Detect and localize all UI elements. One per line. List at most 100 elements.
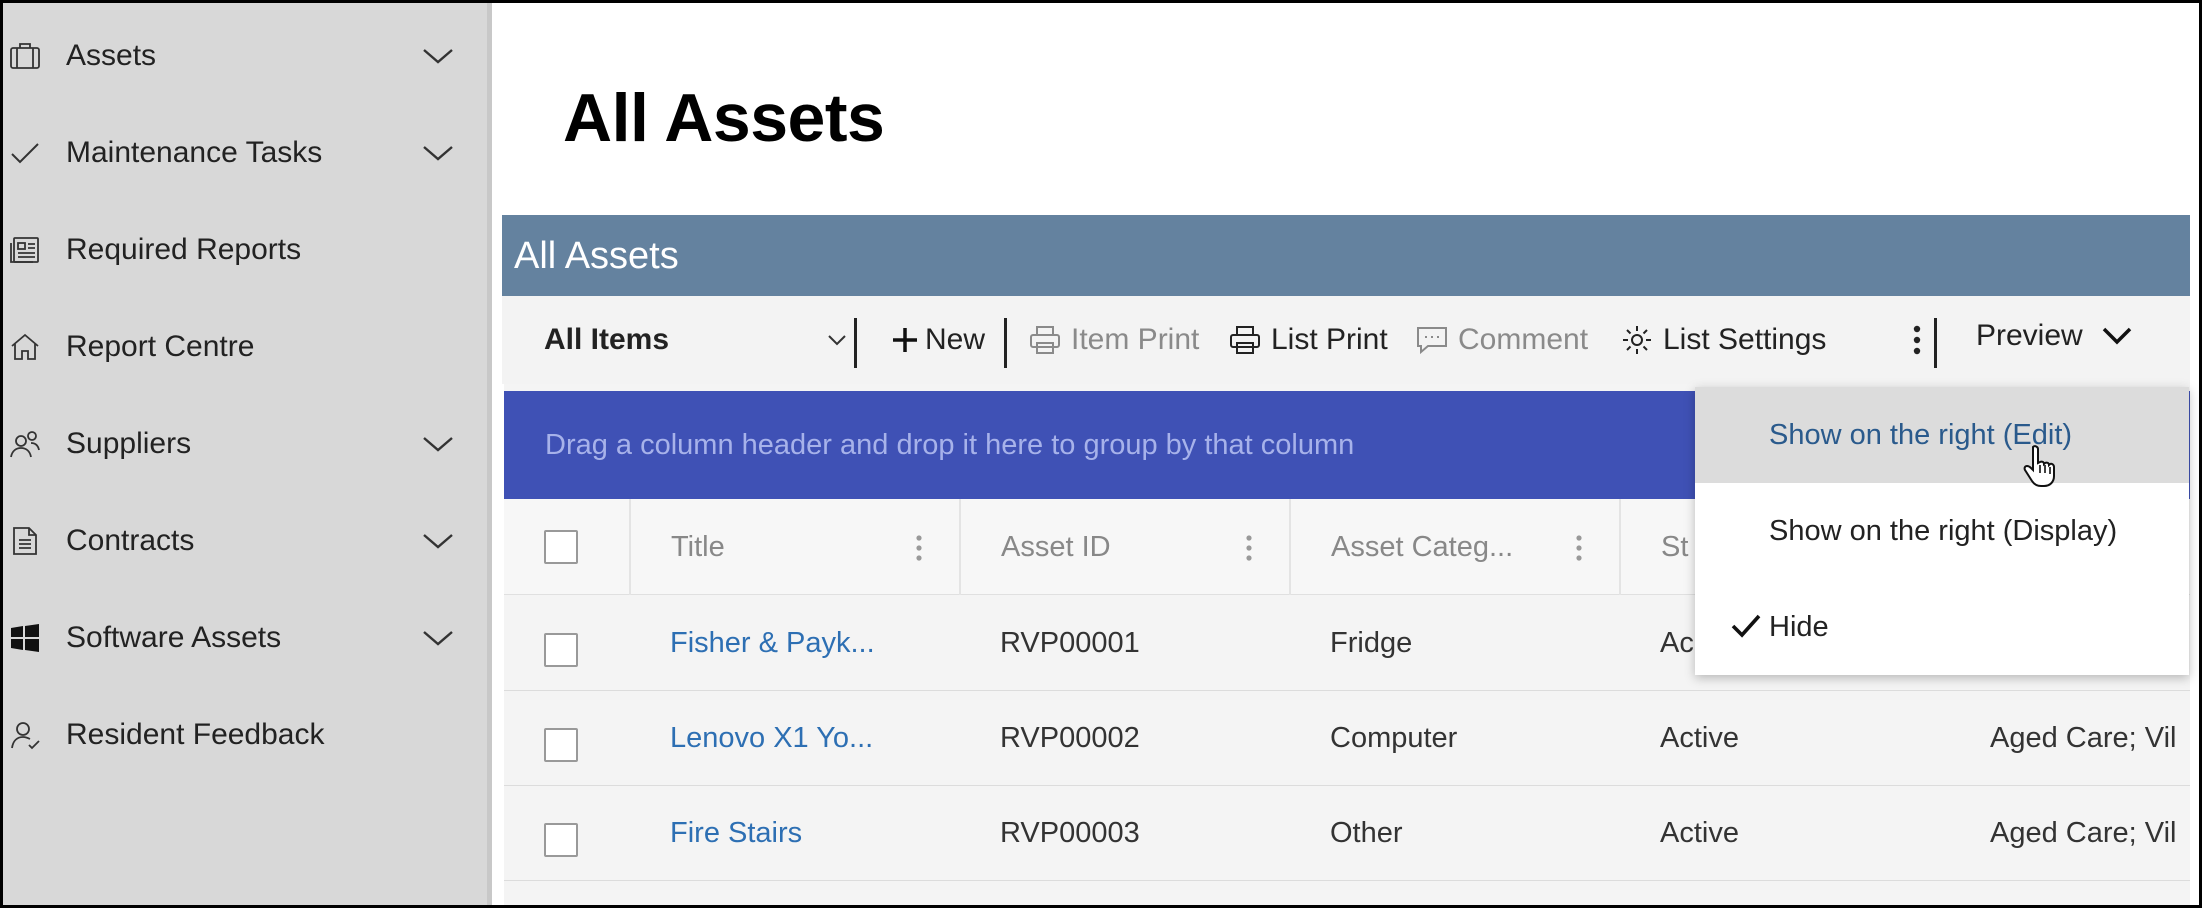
row-checkbox[interactable] [544,633,578,667]
list-settings-button[interactable]: List Settings [1621,296,1826,384]
windows-icon [9,622,41,654]
asset-id-cell: RVP00003 [1000,817,1140,849]
view-selector-label: All Items [544,323,670,356]
report-icon [9,234,41,266]
toolbar: All Items New Item Print List Print Comm… [502,296,2190,384]
preview-label: Preview [1976,319,2083,352]
item-print-label: Item Print [1071,323,1200,356]
person-feedback-icon [9,719,41,751]
people-icon [9,428,41,460]
asset-title-link[interactable]: Fisher & Payk... [670,596,875,691]
sidebar-item-label: Resident Feedback [66,718,325,751]
toolbar-divider [1934,318,1937,368]
document-icon [9,525,41,557]
column-header-title[interactable]: Title [629,499,959,595]
app-window: Assets Maintenance Tasks Required Report… [3,3,2199,905]
sidebar-item-label: Software Assets [66,621,282,654]
briefcase-icon [9,40,41,72]
sidebar-item-contracts[interactable]: Contracts [3,501,487,581]
chevron-down-icon[interactable] [421,434,455,454]
new-button-label: New [925,323,986,356]
sidebar-item-suppliers[interactable]: Suppliers [3,404,487,484]
status-cell: Ac [1660,627,1694,659]
list-print-button[interactable]: List Print [1229,296,1388,384]
gear-icon [1623,326,1651,354]
location-cell: Aged Care; Vil [1990,817,2177,849]
sidebar-item-label: Assets [66,39,157,72]
status-cell: Active [1660,722,1739,754]
asset-title-link[interactable]: Lenovo X1 Yo... [670,691,873,786]
menu-item-label: Show on the right (Display) [1769,514,2118,547]
asset-id-cell: RVP00002 [1000,722,1140,754]
column-header-label: Title [671,530,725,563]
sidebar-item-label: Contracts [66,524,195,557]
list-header-title: All Assets [514,235,679,277]
kebab-menu-icon [1913,325,1921,355]
page-title: All Assets [563,80,885,156]
table-row[interactable]: Lenovo X1 Yo... RVP00002 Computer Active… [504,691,2190,786]
toolbar-divider [854,318,857,368]
chevron-down-icon[interactable] [421,628,455,648]
location-cell: Aged Care; Vil [1990,722,2177,754]
chevron-down-icon[interactable] [421,46,455,66]
select-all-checkbox[interactable] [544,530,578,564]
column-header-label: Asset ID [1001,530,1111,563]
table-row[interactable]: Fire Stairs RVP00003 Other Active Aged C… [504,786,2190,881]
column-header-asset-id[interactable]: Asset ID [959,499,1289,595]
list-print-label: List Print [1271,323,1388,356]
more-options-button[interactable] [1907,296,1927,384]
preview-dropdown-button[interactable]: Preview [1976,292,2133,380]
chevron-down-icon[interactable] [421,143,455,163]
comment-label: Comment [1458,323,1589,356]
sidebar-item-label: Required Reports [66,233,302,266]
preview-menu: Show on the right (Edit) Show on the rig… [1695,387,2189,675]
toolbar-divider [1004,318,1007,368]
hand-pointer-cursor-icon [2023,445,2055,487]
new-button[interactable]: New [891,296,985,384]
menu-item-show-right-edit[interactable]: Show on the right (Edit) [1695,387,2189,483]
sidebar: Assets Maintenance Tasks Required Report… [3,3,492,905]
printer-icon [1230,326,1260,354]
chevron-down-icon [828,335,846,346]
asset-category-cell: Computer [1330,722,1458,754]
row-checkbox[interactable] [544,823,578,857]
list-header: All Assets [502,215,2190,296]
column-header-label: St [1661,530,1689,563]
comment-button[interactable]: Comment [1416,296,1588,384]
chevron-down-icon [2102,327,2131,345]
checkmark-icon [1731,614,1761,638]
asset-category-cell: Fridge [1330,627,1413,659]
sidebar-item-required-reports[interactable]: Required Reports [3,210,487,290]
printer-icon [1030,326,1060,354]
sidebar-item-label: Report Centre [66,330,255,363]
menu-item-show-right-display[interactable]: Show on the right (Display) [1695,483,2189,579]
sidebar-item-label: Suppliers [66,427,192,460]
sidebar-item-label: Maintenance Tasks [66,136,323,169]
row-checkbox[interactable] [544,728,578,762]
sidebar-item-report-centre[interactable]: Report Centre [3,307,487,387]
menu-item-label: Hide [1769,610,1829,643]
item-print-button[interactable]: Item Print [1029,296,1199,384]
group-by-hint: Drag a column header and drop it here to… [545,429,1355,461]
home-icon [9,331,41,363]
menu-item-hide[interactable]: Hide [1695,579,2189,675]
column-menu-icon[interactable] [1575,535,1583,561]
sidebar-item-maintenance-tasks[interactable]: Maintenance Tasks [3,113,487,193]
asset-category-cell: Other [1330,817,1403,849]
asset-title-link[interactable]: Fire Stairs [670,786,802,881]
view-selector[interactable]: All Items [544,296,846,384]
sidebar-item-software-assets[interactable]: Software Assets [3,598,487,678]
column-header-asset-category[interactable]: Asset Categ... [1289,499,1619,595]
column-menu-icon[interactable] [1245,535,1253,561]
column-header-label: Asset Categ... [1331,530,1514,563]
checkmark-icon [9,137,41,169]
status-cell: Active [1660,817,1739,849]
chevron-down-icon[interactable] [421,531,455,551]
sidebar-item-resident-feedback[interactable]: Resident Feedback [3,695,487,775]
asset-id-cell: RVP00001 [1000,627,1140,659]
sidebar-item-assets[interactable]: Assets [3,16,487,96]
column-menu-icon[interactable] [915,535,923,561]
list-settings-label: List Settings [1663,323,1827,356]
comment-icon [1417,327,1447,355]
plus-icon [893,328,917,352]
